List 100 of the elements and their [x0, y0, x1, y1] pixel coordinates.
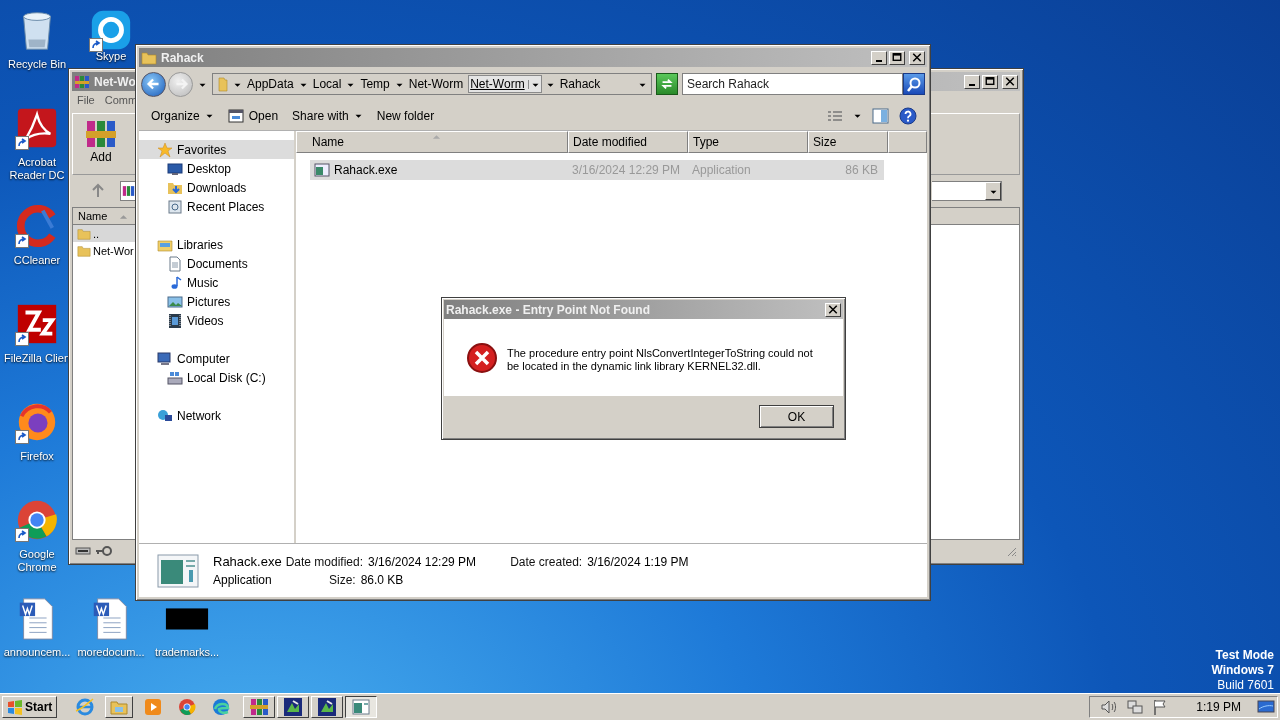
navigation-item[interactable]: Pictures	[139, 292, 294, 311]
shortcut-arrow-icon	[15, 430, 29, 444]
navigation-item[interactable]: Music	[139, 273, 294, 292]
shortcut-arrow-icon	[15, 332, 29, 346]
close-button[interactable]	[909, 50, 925, 65]
shortcut-arrow-icon	[15, 528, 29, 542]
toolbar-button[interactable]: Share with	[286, 105, 369, 126]
desktop-icon	[167, 160, 183, 177]
path-field[interactable]	[120, 181, 135, 201]
documents-icon	[167, 255, 183, 272]
close-button[interactable]	[825, 302, 841, 317]
window-title: Rahack	[161, 50, 204, 65]
window-title: Net-Wo	[94, 74, 136, 89]
search-field[interactable]: Search Rahack	[682, 73, 903, 95]
toolbar-button[interactable]: Open	[221, 104, 285, 127]
desktop-icon	[1257, 698, 1275, 716]
close-icon	[1005, 77, 1015, 86]
column-header[interactable]: Type	[688, 131, 808, 153]
column-header[interactable]: Name	[296, 131, 568, 153]
up-arrow-icon	[90, 183, 106, 199]
star-icon	[157, 141, 173, 158]
search-button[interactable]	[903, 73, 925, 95]
dialog-title: Rahack.exe - Entry Point Not Found	[446, 302, 651, 317]
maximize-button[interactable]	[982, 74, 998, 89]
maximize-button[interactable]	[889, 50, 905, 65]
table-cell: Rahack.exe	[310, 162, 568, 178]
navigation-item[interactable]: Local Disk (C:)	[139, 368, 294, 387]
system-notice-text: Windows 7	[1211, 663, 1274, 678]
navigation-item[interactable]: Documents	[139, 254, 294, 273]
toolbar-button[interactable]: Organize	[145, 105, 220, 126]
navigation-item[interactable]: Libraries	[139, 235, 294, 254]
refresh-arrows-icon	[659, 76, 675, 92]
navigation-item[interactable]: Computer	[139, 349, 294, 368]
field-label: Date created:	[510, 554, 583, 569]
field-value: 3/16/2024 12:29 PM	[368, 554, 477, 569]
field-label: Date modified:	[285, 554, 364, 569]
desktop-icon-label[interactable]: CCleaner	[13, 254, 61, 267]
folder-icon	[217, 76, 229, 92]
taskbar-icon[interactable]	[105, 696, 134, 718]
archive-app-icon	[122, 184, 135, 198]
field-value: 3/16/2024 1:19 PM	[587, 554, 689, 569]
navigation-item[interactable]: Desktop	[139, 159, 294, 178]
minimize-icon	[969, 83, 975, 86]
breadcrumb-item[interactable]: Rahack	[558, 76, 602, 92]
address-bar[interactable]: AppData Local Temp Net-Worm Net-Worm Rahack	[212, 73, 652, 95]
desktop-icon-label[interactable]: Acrobat Reader DC	[2, 156, 72, 182]
desktop-icon-label[interactable]: FileZilla Clien	[4, 352, 70, 365]
shortcut-arrow-icon	[15, 234, 29, 248]
navigation-item[interactable]: Network	[139, 406, 294, 425]
breadcrumb-item[interactable]: Local	[311, 76, 343, 92]
toolbar-button[interactable]: New folder	[370, 105, 441, 126]
network-icon	[1126, 698, 1145, 716]
table-cell-text: 3/16/2024 12:29 PM	[571, 163, 682, 177]
clock-time[interactable]: 1:19 PM	[1178, 700, 1249, 714]
field-value: 86.0 KB	[360, 572, 404, 587]
ok-button[interactable]: OK	[759, 405, 834, 428]
desktop-icon-label[interactable]: Recycle Bin	[7, 58, 67, 71]
desktop-icon-label[interactable]: Skype	[95, 50, 127, 63]
toolbar-button[interactable]: Add	[85, 117, 117, 171]
navigation-item[interactable]: Favorites	[139, 140, 294, 159]
dialog-message: The procedure entry point NlsConvertIntegerToString could not be located in the dynamic link library KERNEL32.dll.	[507, 347, 814, 373]
menu-item[interactable]: File	[77, 94, 95, 108]
column-header[interactable]: Size	[808, 131, 888, 153]
help-icon	[899, 106, 917, 125]
close-icon	[828, 305, 838, 314]
taskbar-button[interactable]	[345, 696, 378, 718]
breadcrumb-item[interactable]: Net-Worm	[468, 75, 542, 93]
show-desktop-button[interactable]	[1257, 698, 1275, 716]
file-row[interactable]: Rahack.exe 3/16/2024 12:29 PM Application 86 KB	[310, 160, 884, 180]
column-header[interactable]: Date modified	[568, 131, 688, 153]
file-type: Application	[213, 572, 273, 587]
list-row[interactable]: Net-Wor	[73, 242, 135, 259]
refresh-button[interactable]	[656, 73, 678, 95]
breadcrumb-item[interactable]: Temp	[359, 76, 391, 92]
resize-grip-icon	[1005, 545, 1017, 557]
system-notice-text: Build 7601	[1216, 678, 1274, 693]
system-notice-text: Test Mode	[1214, 648, 1274, 663]
path-field[interactable]	[932, 181, 1002, 201]
application-thumbnail-icon	[157, 553, 199, 588]
file-name: Rahack.exe	[213, 554, 282, 569]
desktop-icon-label[interactable]: Google Chrome	[2, 548, 72, 574]
list-view-icon	[827, 108, 843, 123]
window-icon	[227, 107, 244, 124]
window-icon	[351, 697, 372, 717]
desktop-icon-label[interactable]: Firefox	[20, 450, 54, 463]
list-row[interactable]: ..	[73, 225, 135, 242]
start-button[interactable]: Start	[2, 696, 58, 718]
column-header[interactable]: Name	[73, 208, 133, 224]
navigation-item[interactable]: Recent Places	[139, 197, 294, 216]
shortcut-arrow-icon	[15, 136, 29, 150]
breadcrumb-item[interactable]: AppData	[246, 76, 295, 92]
navigation-item[interactable]: Videos	[139, 311, 294, 330]
minimize-button[interactable]	[871, 50, 887, 65]
back-button[interactable]	[141, 71, 166, 97]
close-button[interactable]	[1002, 74, 1018, 89]
minimize-button[interactable]	[964, 74, 980, 89]
breadcrumb-item[interactable]: Net-Worm	[407, 76, 465, 92]
folder-icon	[77, 243, 91, 258]
navigation-item[interactable]: Downloads	[139, 178, 294, 197]
dropdown-button[interactable]	[985, 182, 1001, 200]
